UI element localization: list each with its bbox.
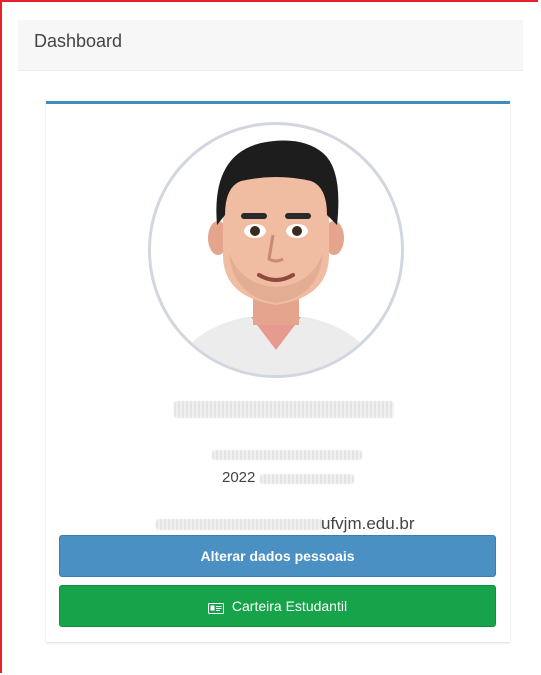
redacted-course — [212, 450, 362, 460]
id-card-icon — [207, 601, 224, 614]
redacted-email-user — [156, 519, 322, 530]
redacted-registration — [260, 474, 354, 484]
edit-personal-data-label: Alterar dados pessoais — [200, 548, 355, 564]
edit-personal-data-button[interactable]: Alterar dados pessoais — [59, 535, 496, 577]
redacted-name — [174, 401, 394, 418]
avatar — [148, 122, 404, 378]
student-card-button[interactable]: Carteira Estudantil — [59, 585, 496, 627]
registration-year: 2022 — [222, 469, 256, 486]
email-domain: ufvjm.edu.br — [321, 514, 415, 533]
avatar-illustration — [171, 140, 381, 375]
dashboard-header: Dashboard — [18, 20, 523, 71]
student-card-label: Carteira Estudantil — [231, 598, 348, 614]
profile-card: 2022 ufvjm.edu.br Alterar dados pessoais… — [46, 101, 510, 642]
page-title: Dashboard — [34, 31, 123, 51]
